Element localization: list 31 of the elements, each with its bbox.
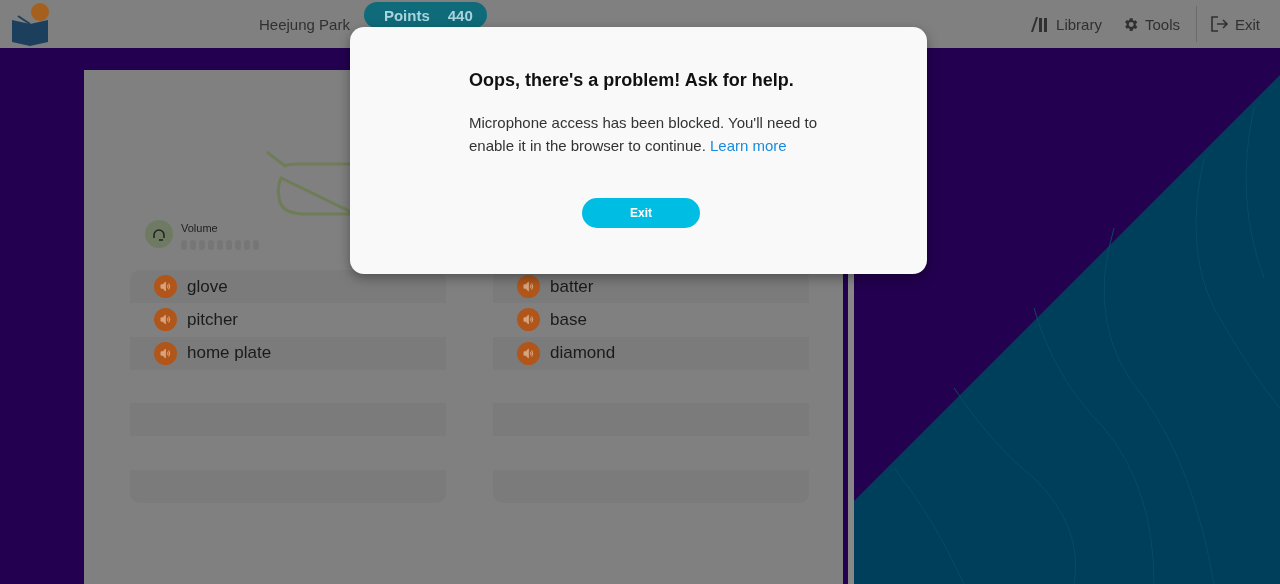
avatar-icon (145, 220, 173, 248)
word-text: glove (187, 276, 228, 297)
dialog-exit-button[interactable]: Exit (582, 198, 700, 228)
exit-button[interactable]: Exit (1201, 15, 1270, 33)
learn-more-link[interactable]: Learn more (710, 137, 787, 154)
user-name: Heejung Park (259, 15, 350, 33)
logo-icon (10, 2, 50, 46)
dialog-title: Oops, there's a problem! Ask for help. (469, 70, 795, 91)
word-text: home plate (187, 343, 272, 364)
speaker-button[interactable] (154, 341, 177, 365)
volume-label: Volume (181, 222, 218, 234)
speaker-button[interactable] (154, 308, 177, 332)
word-text: base (550, 309, 587, 330)
speaker-button[interactable] (517, 341, 540, 365)
tools-button[interactable]: Tools (1111, 15, 1190, 33)
speaker-icon (523, 347, 534, 359)
dialog-message: Microphone access has been blocked. You'll need to enable it in the browser to continue. Learn more (469, 113, 819, 156)
word-text: diamond (550, 343, 616, 364)
speaker-icon (160, 281, 171, 293)
speaker-icon (160, 347, 171, 359)
speaker-icon (160, 314, 171, 326)
speaker-icon (523, 314, 534, 326)
speaker-button[interactable] (517, 308, 540, 332)
speaker-icon (523, 281, 534, 293)
exit-icon (1211, 16, 1229, 32)
points-badge: Points 440 (363, 2, 487, 28)
speaker-button[interactable] (154, 275, 177, 299)
word-text: pitcher (187, 309, 239, 330)
library-button[interactable]: Library (1020, 15, 1112, 33)
speaker-button[interactable] (517, 275, 540, 299)
word-text: batter (550, 276, 594, 297)
